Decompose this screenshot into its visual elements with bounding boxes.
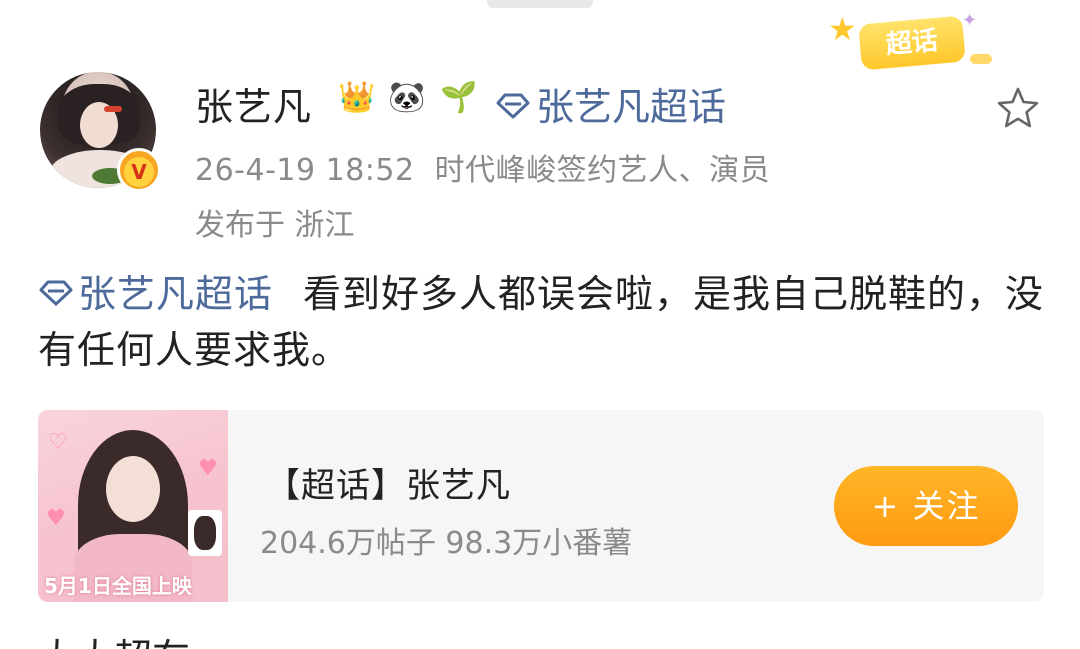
post-body: 张艺凡超话 看到好多人都误会啦，是我自己脱鞋的，没有任何人要求我。: [38, 266, 1048, 378]
verified-v-icon: V: [117, 148, 161, 192]
supertopic-tag-label: 张艺凡超话: [78, 272, 274, 316]
diamond-icon: [39, 280, 73, 305]
supertopic-badge[interactable]: ★ 超话 ✦: [828, 10, 992, 72]
card-title: 【超话】张艺凡: [266, 466, 511, 506]
sprout-icon[interactable]: 🌱: [440, 80, 477, 116]
supertopic-card[interactable]: ♡ ♥ ♥ 5月1日全国上映 【超话】张艺凡 204.6万帖子 98.3万小番薯…: [38, 410, 1044, 602]
supertopic-badge-label: 超话: [858, 15, 966, 71]
next-post-text: 大大超在: [38, 632, 190, 649]
panda-icon[interactable]: 🐼: [388, 80, 425, 116]
timestamp: 26-4-19 18:52: [195, 153, 415, 188]
username[interactable]: 张艺凡: [195, 76, 312, 131]
supertopic-link-label: 张艺凡超话: [536, 85, 727, 129]
star-icon[interactable]: [994, 84, 1042, 132]
card-stats: 204.6万帖子 98.3万小番薯: [260, 526, 633, 561]
post-meta: 26-4-19 18:52 时代峰峻签约艺人、演员: [195, 145, 770, 189]
verified-title: 时代峰峻签约艺人、演员: [434, 153, 771, 188]
post-location: 发布于 浙江: [195, 208, 355, 243]
supertopic-tag[interactable]: 张艺凡超话: [38, 272, 273, 316]
supertopic-link[interactable]: 张艺凡超话: [496, 76, 726, 131]
diamond-icon: [496, 93, 530, 118]
sheet-handle: [487, 0, 593, 8]
crown-icon[interactable]: 👑: [338, 80, 375, 116]
cloud-decoration: [970, 54, 992, 64]
poster-text: 5月1日全国上映: [44, 574, 192, 598]
sparkle-star-icon: ★: [828, 10, 857, 48]
supertopic-card-image: ♡ ♥ ♥ 5月1日全国上映: [38, 410, 228, 602]
sparkle-icon: ✦: [962, 10, 978, 31]
follow-button[interactable]: + 关注: [834, 466, 1018, 546]
